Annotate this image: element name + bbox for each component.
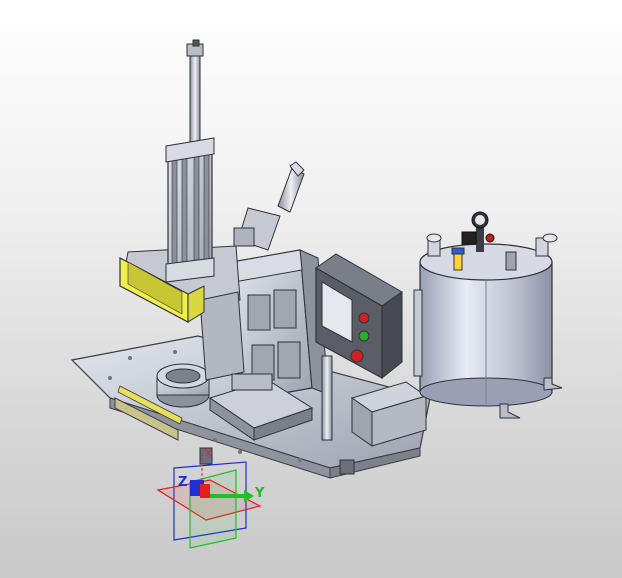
green-button[interactable] — [358, 330, 370, 342]
cad-model-scene[interactable]: Z Y X — [0, 0, 622, 578]
x-axis-handle[interactable] — [200, 484, 210, 498]
red-button-top[interactable] — [358, 312, 370, 324]
emergency-stop-button[interactable] — [350, 349, 364, 363]
pneumatic-cylinder[interactable] — [165, 39, 215, 283]
round-fixture[interactable] — [156, 363, 210, 408]
control-box-pole — [321, 355, 333, 441]
angled-cylinder[interactable] — [233, 161, 305, 251]
z-axis-label: Z — [178, 475, 187, 490]
x-axis-label: X — [205, 449, 212, 459]
cad-viewport[interactable]: Z Y X — [0, 0, 622, 578]
y-axis-label: Y — [254, 486, 265, 501]
pressure-tank[interactable] — [413, 211, 563, 419]
